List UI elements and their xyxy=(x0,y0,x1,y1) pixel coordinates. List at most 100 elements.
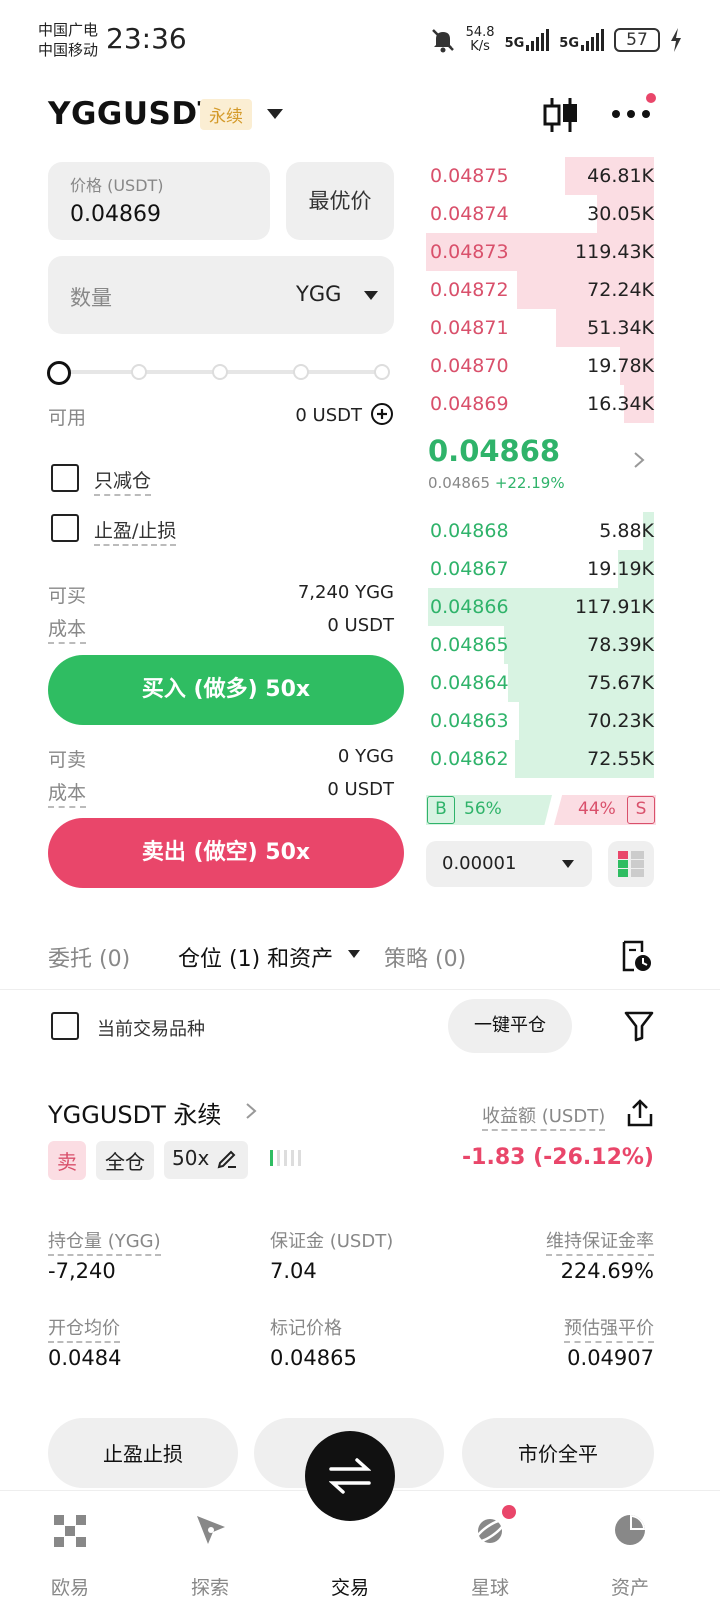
slider-stop-25[interactable] xyxy=(131,364,147,380)
market-close-button[interactable]: 市价全平 xyxy=(462,1418,654,1488)
slider-handle[interactable] xyxy=(47,361,71,385)
tab-positions[interactable]: 仓位 (1) 和资产 xyxy=(178,941,333,973)
book-price: 0.04869 xyxy=(430,393,509,415)
planet-notification-dot xyxy=(502,1505,516,1519)
add-funds-icon[interactable] xyxy=(370,402,394,426)
bid-row[interactable]: 0.04863 70.23K xyxy=(430,702,670,740)
book-price: 0.04862 xyxy=(430,748,509,770)
nav-trade-label: 交易 xyxy=(330,1577,369,1599)
quantity-placeholder: 数量 xyxy=(70,286,112,310)
book-price: 0.04868 xyxy=(430,520,509,542)
current-symbol-label: 当前交易品种 xyxy=(97,1019,205,1040)
precision-select[interactable]: 0.00001 xyxy=(426,841,592,887)
bid-row[interactable]: 0.04864 75.67K xyxy=(430,664,670,702)
okx-logo-icon xyxy=(54,1515,86,1547)
pnl-value: -1.83 (-26.12%) xyxy=(462,1145,654,1170)
buy-long-button[interactable]: 买入 (做多) 50x xyxy=(48,655,404,725)
reduce-only-checkbox[interactable] xyxy=(51,464,79,492)
price-sub-info: 0.04865 +22.19% xyxy=(428,474,565,492)
bid-row[interactable]: 0.04866 117.91K xyxy=(428,588,670,626)
book-price: 0.04865 xyxy=(430,634,509,656)
bid-row[interactable]: 0.04867 19.19K xyxy=(430,550,670,588)
bottom-nav: 欧易 探索 交易 星球 资产 xyxy=(0,1431,720,1610)
ask-row[interactable]: 0.04873 119.43K xyxy=(426,233,670,271)
margin-value: 7.04 xyxy=(270,1259,317,1283)
compass-icon xyxy=(197,1516,225,1544)
mmr-label: 维持保证金率 xyxy=(546,1231,654,1256)
book-price: 0.04873 xyxy=(430,241,509,263)
pair-dropdown-icon[interactable] xyxy=(267,109,283,119)
ask-row[interactable]: 0.04875 46.81K xyxy=(430,157,670,195)
planet-icon xyxy=(474,1519,506,1543)
tp-sl-checkbox[interactable] xyxy=(51,514,79,542)
book-qty: 5.88K xyxy=(599,520,654,542)
book-price: 0.04874 xyxy=(430,203,509,225)
mmr-value: 224.69% xyxy=(560,1259,654,1283)
ask-row[interactable]: 0.04872 72.24K xyxy=(430,271,670,309)
book-qty: 117.91K xyxy=(575,596,654,618)
tab-strategies[interactable]: 策略 (0) xyxy=(384,941,466,973)
book-qty: 19.78K xyxy=(587,355,654,377)
tabs-divider xyxy=(0,989,720,990)
trade-fab[interactable] xyxy=(305,1431,395,1521)
quantity-unit[interactable]: YGG xyxy=(296,282,341,306)
book-price: 0.04867 xyxy=(430,558,509,580)
ask-row[interactable]: 0.04869 16.34K xyxy=(430,385,670,423)
book-price: 0.04875 xyxy=(430,165,509,187)
chevron-right-icon[interactable] xyxy=(632,450,646,470)
pair-title[interactable]: YGGUSDT xyxy=(48,96,219,132)
ask-row[interactable]: 0.04874 30.05K xyxy=(430,195,670,233)
mark-label: 标记价格 xyxy=(270,1318,342,1339)
size-label: 持仓量 (YGG) xyxy=(48,1231,161,1256)
book-qty: 30.05K xyxy=(587,203,654,225)
positions-dropdown-icon[interactable] xyxy=(348,950,360,958)
ask-row[interactable]: 0.04871 51.34K xyxy=(430,309,670,347)
market-close-button-label: 市价全平 xyxy=(518,1442,598,1466)
bid-row[interactable]: 0.04868 5.88K xyxy=(430,512,670,550)
precision-dropdown-icon[interactable] xyxy=(562,860,574,868)
close-all-button[interactable]: 一键平仓 xyxy=(448,999,572,1053)
nav-planet-label: 星球 xyxy=(470,1577,509,1599)
last-price: 0.04868 xyxy=(428,434,561,468)
more-icon[interactable] xyxy=(612,110,650,118)
entry-label: 开仓均价 xyxy=(48,1318,120,1343)
book-qty: 19.19K xyxy=(587,558,654,580)
sell-short-button[interactable]: 卖出 (做空) 50x xyxy=(48,818,404,888)
book-price: 0.04866 xyxy=(430,596,509,618)
can-buy-value: 7,240 YGG xyxy=(297,582,394,603)
tab-orders[interactable]: 委托 (0) xyxy=(48,941,130,973)
slider-stop-50[interactable] xyxy=(212,364,228,380)
mark-value: 0.04865 xyxy=(270,1346,357,1370)
adl-indicator xyxy=(270,1150,301,1166)
slider-stop-100[interactable] xyxy=(374,364,390,380)
unit-dropdown-icon[interactable] xyxy=(364,291,378,300)
edit-icon[interactable] xyxy=(216,1147,238,1169)
charging-icon xyxy=(671,28,681,52)
position-title[interactable]: YGGUSDT 永续 xyxy=(48,1095,221,1130)
slider-stop-75[interactable] xyxy=(293,364,309,380)
order-history-icon[interactable] xyxy=(620,940,652,972)
cost-buy-value: 0 USDT xyxy=(327,615,394,636)
available-value: 0 USDT xyxy=(295,405,362,426)
bid-row[interactable]: 0.04865 78.39K xyxy=(430,626,670,664)
quantity-input[interactable]: 数量 YGG xyxy=(48,256,394,334)
share-icon[interactable] xyxy=(626,1098,654,1128)
filter-icon[interactable] xyxy=(624,1010,654,1042)
best-price-button[interactable]: 最优价 xyxy=(286,162,394,240)
current-symbol-checkbox[interactable] xyxy=(51,1012,79,1040)
carrier-info: 中国广电 中国移动 xyxy=(38,20,98,60)
perpetual-badge: 永续 xyxy=(200,99,252,130)
candlestick-chart-icon[interactable] xyxy=(542,96,580,134)
book-layout-button[interactable] xyxy=(608,841,654,887)
tp-sl-button[interactable]: 止盈止损 xyxy=(48,1418,238,1488)
ask-row[interactable]: 0.04870 19.78K xyxy=(430,347,670,385)
bid-row[interactable]: 0.04862 72.55K xyxy=(430,740,670,778)
cost-buy-label: 成本 xyxy=(48,618,87,644)
pnl-label: 收益额 (USDT) xyxy=(482,1106,606,1131)
leverage-value: 50x xyxy=(172,1146,210,1170)
book-qty: 78.39K xyxy=(587,634,654,656)
carrier-2: 中国移动 xyxy=(38,41,99,59)
price-input[interactable]: 价格 (USDT) 0.04869 xyxy=(48,162,270,240)
nav-home-label: 欧易 xyxy=(50,1577,89,1599)
position-chevron-icon[interactable] xyxy=(244,1101,258,1121)
